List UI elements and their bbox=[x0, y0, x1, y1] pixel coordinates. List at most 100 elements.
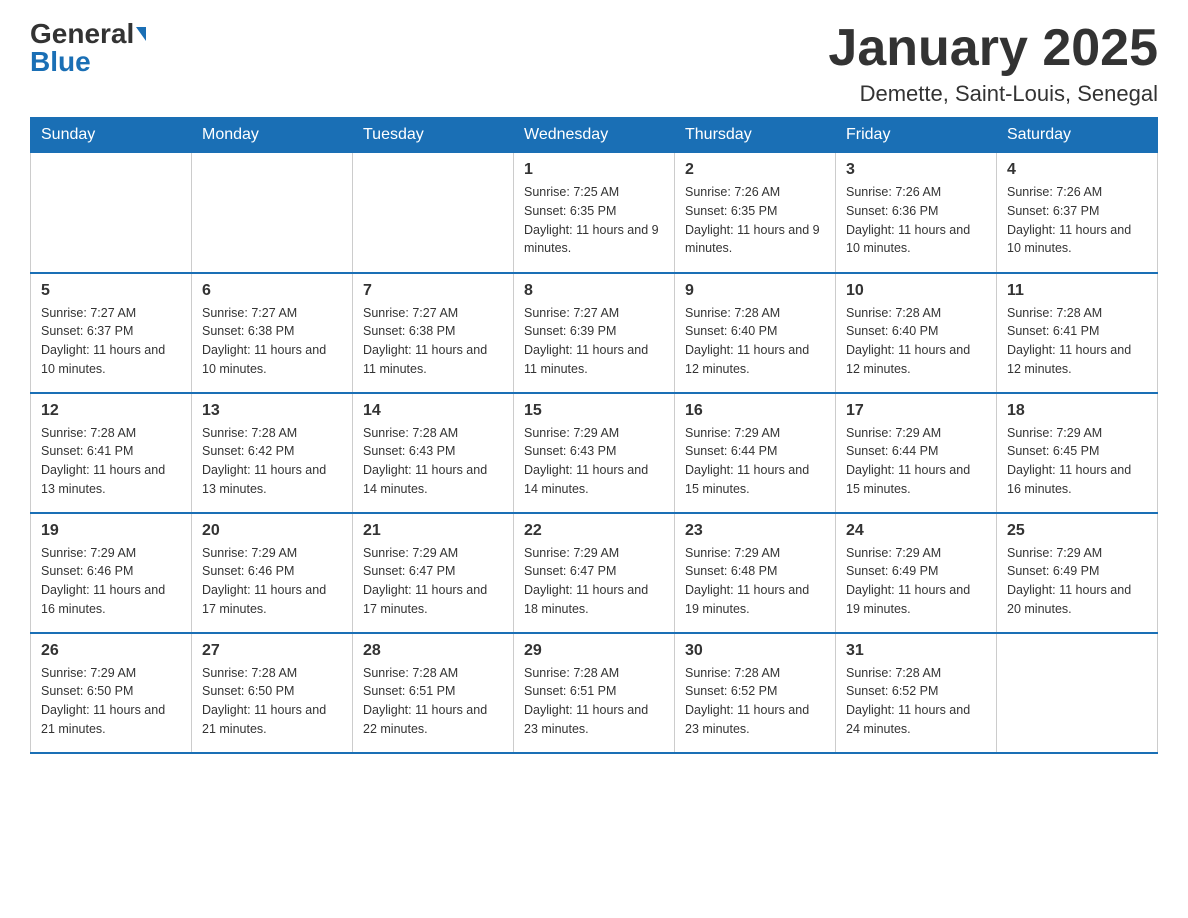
calendar-cell bbox=[997, 633, 1158, 753]
calendar-week-row: 19 Sunrise: 7:29 AMSunset: 6:46 PMDayligh… bbox=[31, 513, 1158, 633]
calendar-cell: 6 Sunrise: 7:27 AMSunset: 6:38 PMDaylight… bbox=[192, 273, 353, 393]
calendar-cell: 3 Sunrise: 7:26 AMSunset: 6:36 PMDaylight… bbox=[836, 153, 997, 273]
calendar-cell bbox=[353, 153, 514, 273]
day-number: 1 bbox=[524, 161, 664, 179]
day-info: Sunrise: 7:25 AMSunset: 6:35 PMDaylight:… bbox=[524, 183, 664, 258]
day-number: 13 bbox=[202, 402, 342, 420]
calendar-cell: 26 Sunrise: 7:29 AMSunset: 6:50 PMDayligh… bbox=[31, 633, 192, 753]
day-info: Sunrise: 7:29 AMSunset: 6:44 PMDaylight:… bbox=[685, 424, 825, 499]
day-number: 15 bbox=[524, 402, 664, 420]
calendar-cell: 13 Sunrise: 7:28 AMSunset: 6:42 PMDayligh… bbox=[192, 393, 353, 513]
day-number: 10 bbox=[846, 282, 986, 300]
calendar-cell: 25 Sunrise: 7:29 AMSunset: 6:49 PMDayligh… bbox=[997, 513, 1158, 633]
calendar-table: SundayMondayTuesdayWednesdayThursdayFrid… bbox=[30, 117, 1158, 754]
calendar-cell: 10 Sunrise: 7:28 AMSunset: 6:40 PMDayligh… bbox=[836, 273, 997, 393]
calendar-cell: 12 Sunrise: 7:28 AMSunset: 6:41 PMDayligh… bbox=[31, 393, 192, 513]
day-info: Sunrise: 7:26 AMSunset: 6:35 PMDaylight:… bbox=[685, 183, 825, 258]
day-info: Sunrise: 7:28 AMSunset: 6:40 PMDaylight:… bbox=[685, 304, 825, 379]
day-number: 18 bbox=[1007, 402, 1147, 420]
day-number: 7 bbox=[363, 282, 503, 300]
calendar-cell: 27 Sunrise: 7:28 AMSunset: 6:50 PMDayligh… bbox=[192, 633, 353, 753]
day-number: 17 bbox=[846, 402, 986, 420]
calendar-cell bbox=[31, 153, 192, 273]
day-info: Sunrise: 7:28 AMSunset: 6:41 PMDaylight:… bbox=[41, 424, 181, 499]
day-number: 25 bbox=[1007, 522, 1147, 540]
day-info: Sunrise: 7:26 AMSunset: 6:37 PMDaylight:… bbox=[1007, 183, 1147, 258]
day-info: Sunrise: 7:28 AMSunset: 6:51 PMDaylight:… bbox=[363, 664, 503, 739]
day-number: 3 bbox=[846, 161, 986, 179]
day-info: Sunrise: 7:29 AMSunset: 6:49 PMDaylight:… bbox=[846, 544, 986, 619]
day-number: 28 bbox=[363, 642, 503, 660]
calendar-cell: 31Sunrise: 7:28 AMSunset: 6:52 PMDayligh… bbox=[836, 633, 997, 753]
weekday-header-wednesday: Wednesday bbox=[514, 118, 675, 153]
day-info: Sunrise: 7:27 AMSunset: 6:38 PMDaylight:… bbox=[202, 304, 342, 379]
day-info: Sunrise: 7:28 AMSunset: 6:43 PMDaylight:… bbox=[363, 424, 503, 499]
logo-blue: Blue bbox=[30, 46, 91, 77]
logo-general: General bbox=[30, 20, 134, 48]
calendar-cell: 15 Sunrise: 7:29 AMSunset: 6:43 PMDayligh… bbox=[514, 393, 675, 513]
day-number: 19 bbox=[41, 522, 181, 540]
calendar-cell: 5Sunrise: 7:27 AMSunset: 6:37 PMDaylight… bbox=[31, 273, 192, 393]
calendar-cell: 18 Sunrise: 7:29 AMSunset: 6:45 PMDayligh… bbox=[997, 393, 1158, 513]
calendar-cell: 14Sunrise: 7:28 AMSunset: 6:43 PMDayligh… bbox=[353, 393, 514, 513]
calendar-cell bbox=[192, 153, 353, 273]
calendar-cell: 24Sunrise: 7:29 AMSunset: 6:49 PMDayligh… bbox=[836, 513, 997, 633]
day-number: 21 bbox=[363, 522, 503, 540]
day-number: 20 bbox=[202, 522, 342, 540]
weekday-header-tuesday: Tuesday bbox=[353, 118, 514, 153]
calendar-cell: 9 Sunrise: 7:28 AMSunset: 6:40 PMDaylight… bbox=[675, 273, 836, 393]
calendar-cell: 4 Sunrise: 7:26 AMSunset: 6:37 PMDaylight… bbox=[997, 153, 1158, 273]
calendar-cell: 22 Sunrise: 7:29 AMSunset: 6:47 PMDayligh… bbox=[514, 513, 675, 633]
month-title: January 2025 bbox=[828, 20, 1158, 77]
day-info: Sunrise: 7:28 AMSunset: 6:50 PMDaylight:… bbox=[202, 664, 342, 739]
day-info: Sunrise: 7:29 AMSunset: 6:48 PMDaylight:… bbox=[685, 544, 825, 619]
title-section: January 2025 Demette, Saint-Louis, Seneg… bbox=[828, 20, 1158, 107]
day-number: 4 bbox=[1007, 161, 1147, 179]
day-info: Sunrise: 7:29 AMSunset: 6:46 PMDaylight:… bbox=[202, 544, 342, 619]
weekday-header-thursday: Thursday bbox=[675, 118, 836, 153]
day-number: 16 bbox=[685, 402, 825, 420]
day-info: Sunrise: 7:27 AMSunset: 6:39 PMDaylight:… bbox=[524, 304, 664, 379]
day-info: Sunrise: 7:29 AMSunset: 6:47 PMDaylight:… bbox=[524, 544, 664, 619]
day-number: 5 bbox=[41, 282, 181, 300]
day-number: 27 bbox=[202, 642, 342, 660]
calendar-cell: 28 Sunrise: 7:28 AMSunset: 6:51 PMDayligh… bbox=[353, 633, 514, 753]
weekday-header-monday: Monday bbox=[192, 118, 353, 153]
day-number: 31 bbox=[846, 642, 986, 660]
day-number: 26 bbox=[41, 642, 181, 660]
day-number: 12 bbox=[41, 402, 181, 420]
day-number: 11 bbox=[1007, 282, 1147, 300]
weekday-header-friday: Friday bbox=[836, 118, 997, 153]
day-info: Sunrise: 7:26 AMSunset: 6:36 PMDaylight:… bbox=[846, 183, 986, 258]
day-info: Sunrise: 7:29 AMSunset: 6:46 PMDaylight:… bbox=[41, 544, 181, 619]
day-info: Sunrise: 7:28 AMSunset: 6:52 PMDaylight:… bbox=[685, 664, 825, 739]
day-info: Sunrise: 7:29 AMSunset: 6:43 PMDaylight:… bbox=[524, 424, 664, 499]
day-info: Sunrise: 7:28 AMSunset: 6:42 PMDaylight:… bbox=[202, 424, 342, 499]
day-info: Sunrise: 7:27 AMSunset: 6:38 PMDaylight:… bbox=[363, 304, 503, 379]
weekday-header-sunday: Sunday bbox=[31, 118, 192, 153]
day-info: Sunrise: 7:29 AMSunset: 6:50 PMDaylight:… bbox=[41, 664, 181, 739]
logo: General Blue bbox=[30, 20, 146, 76]
calendar-cell: 30 Sunrise: 7:28 AMSunset: 6:52 PMDayligh… bbox=[675, 633, 836, 753]
weekday-header-row: SundayMondayTuesdayWednesdayThursdayFrid… bbox=[31, 118, 1158, 153]
calendar-cell: 1 Sunrise: 7:25 AMSunset: 6:35 PMDaylight… bbox=[514, 153, 675, 273]
day-info: Sunrise: 7:29 AMSunset: 6:47 PMDaylight:… bbox=[363, 544, 503, 619]
day-number: 6 bbox=[202, 282, 342, 300]
day-number: 30 bbox=[685, 642, 825, 660]
day-info: Sunrise: 7:29 AMSunset: 6:49 PMDaylight:… bbox=[1007, 544, 1147, 619]
day-info: Sunrise: 7:28 AMSunset: 6:40 PMDaylight:… bbox=[846, 304, 986, 379]
page-header: General Blue January 2025 Demette, Saint… bbox=[30, 20, 1158, 107]
calendar-cell: 29Sunrise: 7:28 AMSunset: 6:51 PMDayligh… bbox=[514, 633, 675, 753]
day-info: Sunrise: 7:29 AMSunset: 6:44 PMDaylight:… bbox=[846, 424, 986, 499]
day-number: 8 bbox=[524, 282, 664, 300]
day-info: Sunrise: 7:29 AMSunset: 6:45 PMDaylight:… bbox=[1007, 424, 1147, 499]
day-number: 9 bbox=[685, 282, 825, 300]
day-number: 22 bbox=[524, 522, 664, 540]
calendar-cell: 23 Sunrise: 7:29 AMSunset: 6:48 PMDayligh… bbox=[675, 513, 836, 633]
day-number: 23 bbox=[685, 522, 825, 540]
calendar-cell: 2 Sunrise: 7:26 AMSunset: 6:35 PMDaylight… bbox=[675, 153, 836, 273]
day-number: 2 bbox=[685, 161, 825, 179]
calendar-cell: 19 Sunrise: 7:29 AMSunset: 6:46 PMDayligh… bbox=[31, 513, 192, 633]
calendar-week-row: 12 Sunrise: 7:28 AMSunset: 6:41 PMDayligh… bbox=[31, 393, 1158, 513]
calendar-cell: 17 Sunrise: 7:29 AMSunset: 6:44 PMDayligh… bbox=[836, 393, 997, 513]
